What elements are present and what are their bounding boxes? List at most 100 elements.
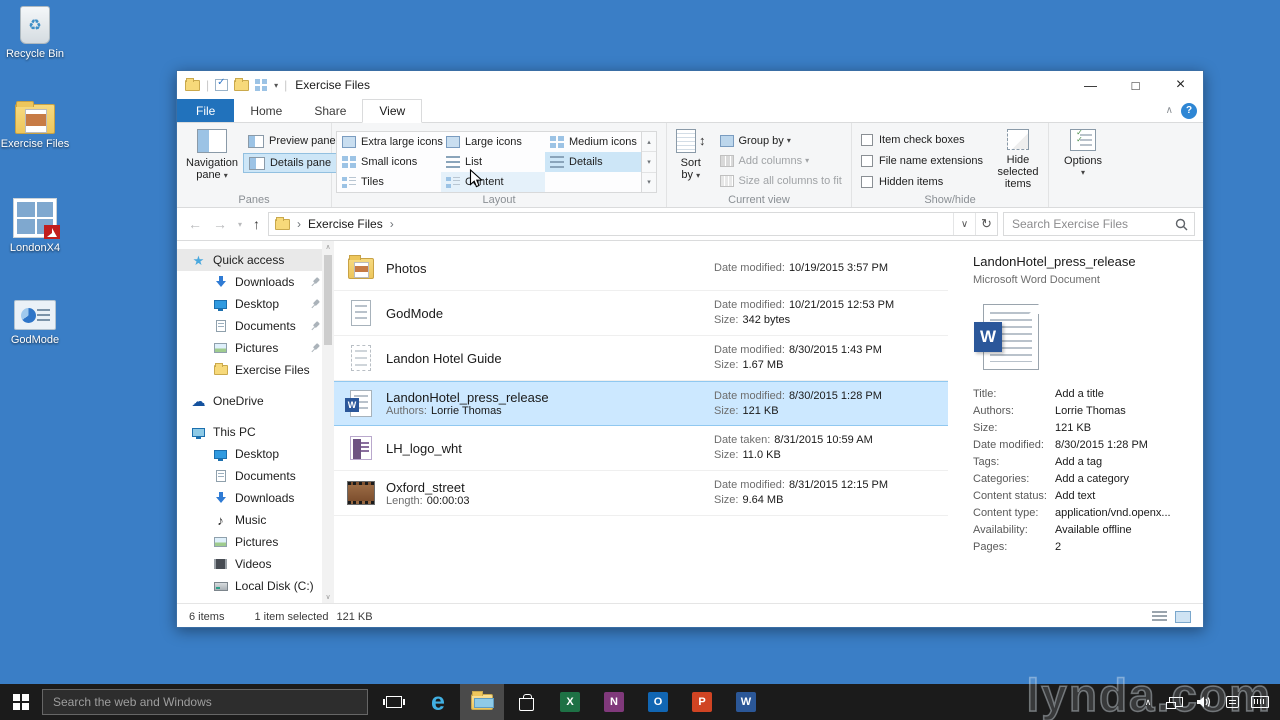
network-tray-button[interactable] bbox=[1162, 684, 1190, 720]
tab-share[interactable]: Share bbox=[298, 99, 362, 122]
properties-qat-icon[interactable] bbox=[215, 77, 229, 91]
hide-selected-items-button[interactable]: Hide selected items bbox=[992, 128, 1044, 191]
search-input[interactable] bbox=[1012, 217, 1175, 231]
maximize-button[interactable]: □ bbox=[1113, 71, 1158, 99]
layout-content[interactable]: Content bbox=[441, 172, 545, 192]
desktop-icon-exercise-files[interactable]: Exercise Files bbox=[0, 101, 70, 150]
sidebar-item-quick-access[interactable]: ★ Quick access bbox=[177, 249, 334, 271]
file-explorer-button[interactable] bbox=[460, 684, 504, 720]
sidebar-item-desktop[interactable]: Desktop bbox=[177, 293, 334, 315]
task-view-button[interactable] bbox=[372, 684, 416, 720]
options-button[interactable]: Options ▾ bbox=[1059, 128, 1107, 191]
close-button[interactable]: × bbox=[1158, 71, 1203, 99]
sidebar-item-desktop-pc[interactable]: Desktop bbox=[177, 443, 334, 465]
layout-small-icons[interactable]: Small icons bbox=[337, 152, 441, 172]
layout-medium-icons[interactable]: Medium icons bbox=[545, 132, 641, 152]
gallery-scroll-up[interactable]: ▴ bbox=[642, 132, 656, 153]
new-folder-qat-icon[interactable] bbox=[234, 77, 250, 91]
desktop-icon-godmode[interactable]: GodMode bbox=[0, 300, 70, 346]
file-row-godmode[interactable]: GodMode Date modified: 10/21/2015 12:53 P… bbox=[334, 291, 948, 336]
search-icon[interactable] bbox=[1175, 218, 1188, 231]
volume-tray-button[interactable] bbox=[1190, 684, 1218, 720]
minimize-button[interactable]: — bbox=[1068, 71, 1113, 99]
forward-button[interactable]: → bbox=[210, 216, 230, 232]
details-view-toggle-icon[interactable] bbox=[1152, 610, 1167, 623]
tab-file[interactable]: File bbox=[177, 99, 235, 122]
desktop-icon-londonx4[interactable]: LondonX4 bbox=[0, 198, 70, 254]
desktop-icon-recycle-bin[interactable]: ♻ Recycle Bin bbox=[0, 6, 70, 60]
search-box[interactable] bbox=[1003, 212, 1195, 236]
navigation-pane-button[interactable]: Navigation pane ▾ bbox=[181, 128, 243, 191]
help-icon[interactable]: ? bbox=[1181, 102, 1197, 119]
sidebar-item-music[interactable]: ♪ Music bbox=[177, 509, 334, 531]
touch-keyboard-button[interactable] bbox=[1246, 684, 1274, 720]
edge-button[interactable]: e bbox=[416, 684, 460, 720]
property-value[interactable]: Add a tag bbox=[1055, 454, 1102, 471]
layout-extra-large-icons[interactable]: Extra large icons bbox=[337, 132, 443, 152]
taskbar-search-input[interactable] bbox=[53, 695, 357, 709]
property-value[interactable]: Add text bbox=[1055, 488, 1095, 505]
item-check-boxes-checkbox[interactable]: Item check boxes bbox=[856, 130, 988, 149]
group-by-button[interactable]: Group by ▾ bbox=[715, 131, 847, 150]
collapse-ribbon-icon[interactable]: ∧ bbox=[1166, 105, 1173, 116]
breadcrumb-item[interactable]: Exercise Files bbox=[308, 217, 383, 231]
breadcrumb[interactable]: › Exercise Files › ∨ ↻ bbox=[268, 212, 998, 236]
sidebar-item-videos[interactable]: Videos bbox=[177, 553, 334, 575]
file-row-landon-hotel-guide[interactable]: Landon Hotel Guide Date modified: 8/30/20… bbox=[334, 336, 948, 381]
tab-home[interactable]: Home bbox=[234, 99, 298, 122]
tab-view[interactable]: View bbox=[362, 99, 423, 123]
preview-pane-button[interactable]: Preview pane bbox=[243, 131, 341, 151]
store-button[interactable] bbox=[504, 684, 548, 720]
gallery-more-button[interactable]: ▾ bbox=[642, 172, 656, 192]
sidebar-item-documents[interactable]: Documents bbox=[177, 315, 334, 337]
sidebar-item-downloads[interactable]: Downloads bbox=[177, 271, 334, 293]
details-pane-button[interactable]: Details pane bbox=[242, 153, 341, 173]
gallery-scroll-down[interactable]: ▾ bbox=[642, 152, 656, 173]
layout-details[interactable]: Details bbox=[545, 152, 641, 172]
onenote-button[interactable]: N bbox=[592, 684, 636, 720]
recent-locations-icon[interactable]: ▾ bbox=[235, 220, 245, 229]
file-row-lh-logo[interactable]: LH_logo_wht Date taken: 8/31/2015 10:59 A… bbox=[334, 426, 948, 471]
sidebar-scrollbar[interactable]: ∧ ∨ bbox=[322, 241, 334, 603]
file-row-press-release-selected[interactable]: LandonHotel_press_release Authors:Lorrie… bbox=[334, 381, 948, 426]
word-button[interactable]: W bbox=[724, 684, 768, 720]
sidebar-item-onedrive[interactable]: ☁ OneDrive bbox=[177, 390, 334, 412]
thumbnail-view-toggle-icon[interactable] bbox=[1175, 610, 1191, 623]
sidebar-item-documents-pc[interactable]: Documents bbox=[177, 465, 334, 487]
qat-customize-icon[interactable]: ▾ bbox=[274, 81, 278, 90]
scrollbar-thumb[interactable] bbox=[324, 255, 332, 345]
sidebar-item-local-disk[interactable]: Local Disk (C:) bbox=[177, 575, 334, 597]
scroll-up-icon[interactable]: ∧ bbox=[325, 241, 330, 253]
layout-list[interactable]: List bbox=[441, 152, 545, 172]
meta-value: Lorrie Thomas bbox=[430, 405, 502, 417]
excel-button[interactable]: X bbox=[548, 684, 592, 720]
layout-tiles[interactable]: Tiles bbox=[337, 172, 441, 192]
layout-large-icons[interactable]: Large icons bbox=[441, 132, 545, 152]
file-name-extensions-checkbox[interactable]: File name extensions bbox=[856, 151, 988, 170]
action-center-button[interactable] bbox=[1218, 684, 1246, 720]
sidebar-item-downloads-pc[interactable]: Downloads bbox=[177, 487, 334, 509]
sidebar-item-this-pc[interactable]: This PC bbox=[177, 421, 334, 443]
hidden-items-checkbox[interactable]: Hidden items bbox=[856, 172, 988, 191]
sort-by-button[interactable]: ↕ Sort by ▾ bbox=[671, 128, 711, 191]
start-button[interactable] bbox=[0, 684, 42, 720]
property-value[interactable]: Lorrie Thomas bbox=[1055, 403, 1126, 420]
taskbar-search-box[interactable] bbox=[42, 689, 368, 715]
back-button[interactable]: ← bbox=[185, 216, 205, 232]
up-button[interactable]: ↑ bbox=[250, 216, 263, 232]
property-value[interactable]: Add a title bbox=[1055, 386, 1104, 403]
show-hidden-icons-button[interactable]: ∧ bbox=[1134, 684, 1162, 720]
file-row-oxford-street[interactable]: Oxford_street Length: 00:00:03 Date modif… bbox=[334, 471, 948, 516]
outlook-button[interactable]: O bbox=[636, 684, 680, 720]
scroll-down-icon[interactable]: ∨ bbox=[325, 591, 330, 603]
sidebar-item-pictures[interactable]: Pictures bbox=[177, 337, 334, 359]
address-dropdown-icon[interactable]: ∨ bbox=[953, 213, 975, 235]
powerpoint-button[interactable]: P bbox=[680, 684, 724, 720]
view-qat-icon[interactable] bbox=[255, 79, 269, 91]
file-row-photos[interactable]: Photos Date modified: 10/19/2015 3:57 PM bbox=[334, 246, 948, 291]
sidebar-item-pictures-pc[interactable]: Pictures bbox=[177, 531, 334, 553]
property-value[interactable]: Add a category bbox=[1055, 471, 1129, 488]
sidebar-item-exercise-files[interactable]: Exercise Files bbox=[177, 359, 334, 381]
refresh-icon[interactable]: ↻ bbox=[975, 213, 997, 235]
breadcrumb-separator[interactable]: › bbox=[390, 217, 394, 231]
